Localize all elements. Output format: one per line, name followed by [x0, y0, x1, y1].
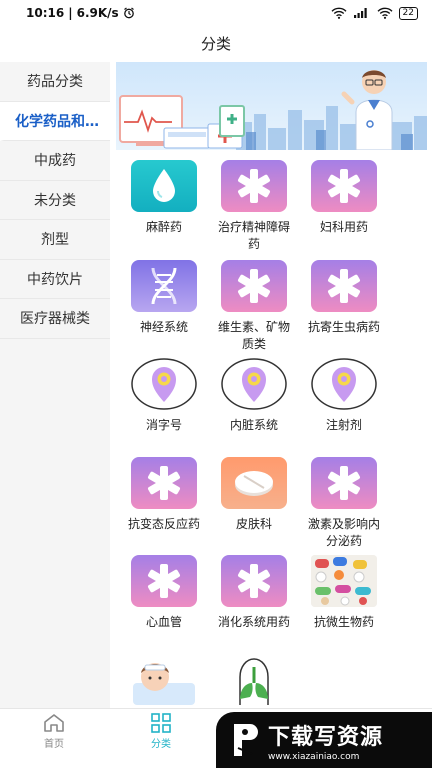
category-anesthetic[interactable]: 麻醉药 [119, 160, 209, 236]
banner-image[interactable] [116, 62, 427, 150]
medical-star-icon [221, 160, 287, 212]
category-psychiatric[interactable]: 治疗精神障碍药 [209, 160, 299, 253]
location-pin-icon [131, 358, 197, 410]
medical-star-icon [221, 260, 287, 312]
sick-child-illustration [131, 653, 197, 705]
category-pediatrics[interactable] [119, 653, 209, 708]
medical-star-icon [131, 457, 197, 509]
lungs-illustration [221, 653, 287, 705]
status-time: 10:16 [26, 6, 65, 20]
grid-icon [151, 713, 171, 733]
sidebar-item-chinese-patent[interactable]: 中成药 [0, 141, 110, 181]
hospital-illustration [119, 70, 427, 150]
category-dermatology[interactable]: 皮肤科 [209, 457, 299, 533]
title-bar: 分类 [0, 26, 432, 60]
sidebar-item-herbal-pieces[interactable]: 中药饮片 [0, 260, 110, 299]
tab-category[interactable]: 分类 [131, 713, 191, 750]
category-gynecology[interactable]: 妇科用药 [299, 160, 389, 236]
category-digestive[interactable]: 消化系统用药 [209, 555, 299, 631]
location-pin-icon [221, 358, 287, 410]
category-nervous-system[interactable]: 神经系统 [119, 260, 209, 336]
water-drop-icon [131, 160, 197, 212]
sidebar-item-chemical-drugs[interactable]: 化学药品和… [0, 101, 110, 141]
status-bar: 10:16 | 6.9K/s 22 [0, 0, 432, 26]
wifi-icon [331, 7, 347, 19]
signal-icon [353, 8, 367, 18]
category-vitamins-minerals[interactable]: 维生素、矿物质类 [209, 260, 299, 353]
location-pin-icon [311, 358, 377, 410]
sidebar-item-medical-devices[interactable]: 医疗器械类 [0, 299, 110, 339]
bird-logo-icon [234, 724, 258, 756]
medical-star-icon [131, 555, 197, 607]
category-injection[interactable]: 注射剂 [299, 358, 389, 434]
status-left: 10:16 | 6.9K/s [26, 6, 135, 20]
category-hormones[interactable]: 激素及影响内分泌药 [299, 457, 389, 550]
watermark-logo: 下载写资源 www.xiazainiao.com [216, 712, 432, 768]
sidebar-item-uncategorized[interactable]: 未分类 [0, 181, 110, 220]
medical-star-icon [311, 160, 377, 212]
medical-star-icon [221, 555, 287, 607]
category-antimicrobial[interactable]: 抗微生物药 [299, 555, 389, 631]
category-disinfectant[interactable]: 消字号 [119, 358, 209, 434]
dna-icon [131, 260, 197, 312]
category-grid: 麻醉药 治疗精神障碍药 妇科用药 神经系统 维生素、矿物质类 抗寄生虫病药 消字… [116, 150, 427, 708]
category-antiparasitic[interactable]: 抗寄生虫病药 [299, 260, 389, 336]
page-title: 分类 [200, 34, 231, 53]
wifi-icon-2 [377, 7, 393, 19]
status-right: 22 [331, 6, 418, 20]
pills-photo [311, 555, 377, 607]
category-antiallergic[interactable]: 抗变态反应药 [119, 457, 209, 533]
network-speed: 6.9K/s [76, 6, 119, 20]
medical-star-icon [311, 457, 377, 509]
tab-home[interactable]: 首页 [24, 713, 84, 750]
battery-icon: 22 [398, 6, 418, 20]
category-cardiovascular[interactable]: 心血管 [119, 555, 209, 631]
alarm-icon [123, 7, 134, 19]
category-respiratory[interactable] [209, 653, 299, 708]
sidebar-item-drug-category[interactable]: 药品分类 [0, 62, 110, 102]
home-icon [44, 714, 64, 732]
medical-star-icon [311, 260, 377, 312]
sidebar-item-dosage-form[interactable]: 剂型 [0, 220, 110, 260]
sidebar: 药品分类 化学药品和… 中成药 未分类 剂型 中药饮片 医疗器械类 [0, 62, 110, 708]
pill-icon [221, 457, 287, 509]
category-visceral-system[interactable]: 内脏系统 [209, 358, 299, 434]
